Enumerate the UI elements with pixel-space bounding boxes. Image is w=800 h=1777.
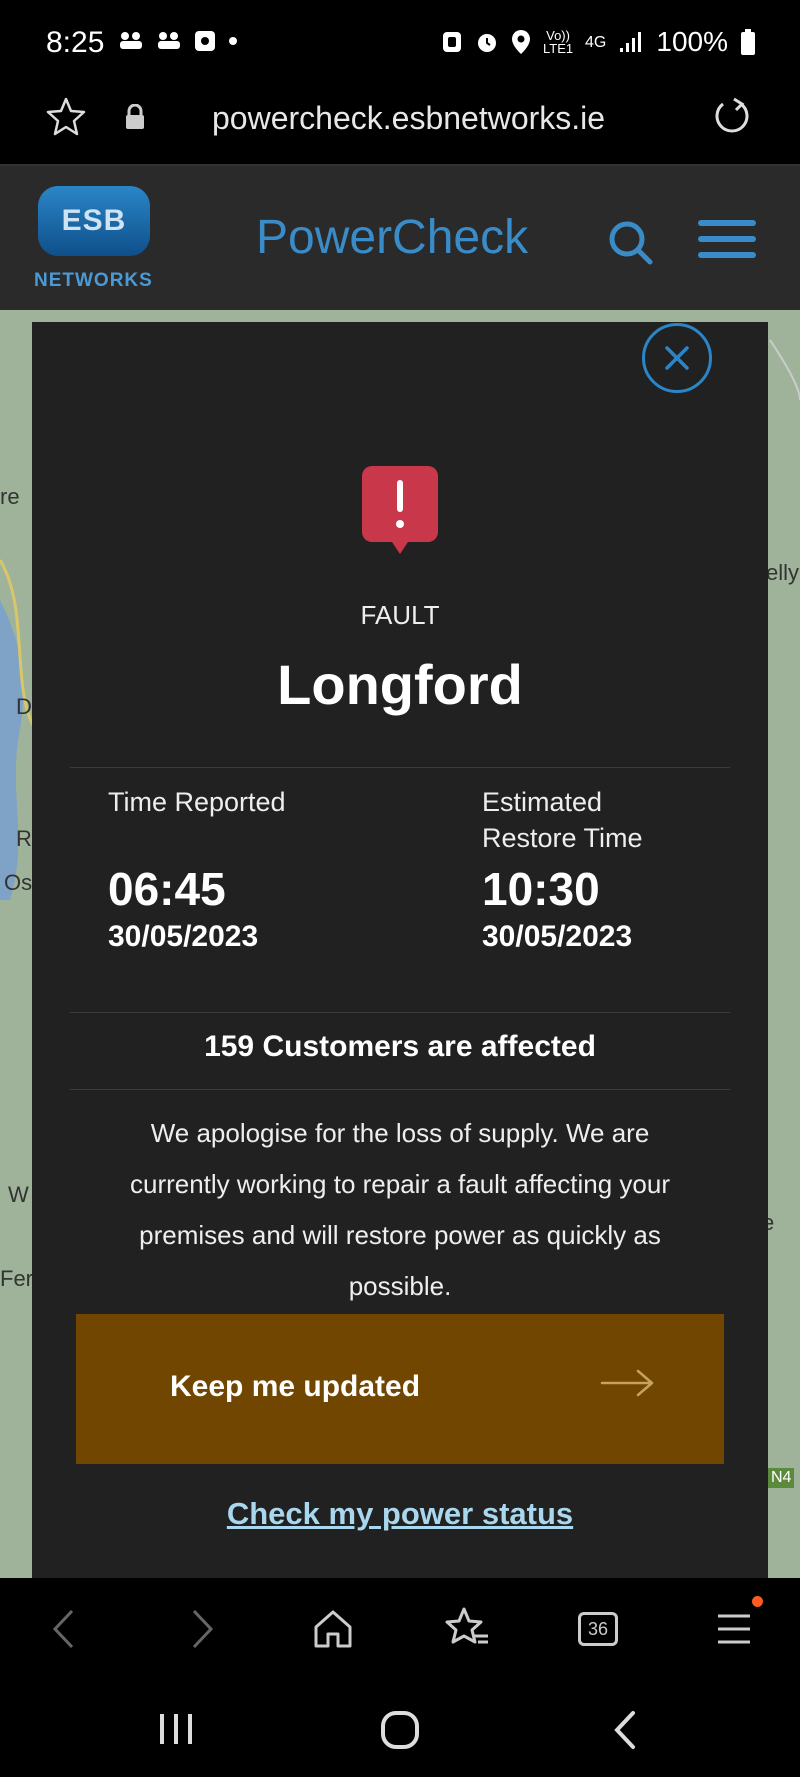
restore-time-value: 10:30 [482,863,600,915]
check-power-status-link[interactable]: Check my power status [0,1496,800,1532]
hamburger-menu-icon[interactable] [698,220,756,258]
reload-icon[interactable] [710,96,752,138]
map-label: R [16,826,32,851]
url-text[interactable]: powercheck.esbnetworks.ie [212,100,605,137]
customers-affected: 159 Customers are affected [204,1030,596,1063]
status-label: FAULT [360,600,440,630]
menu-notification-dot [752,1596,763,1607]
close-button[interactable] [642,323,712,393]
battery-level: 100% [656,26,728,57]
map-label: re [0,484,20,509]
home-icon[interactable] [312,1608,354,1650]
lock-icon[interactable] [124,104,146,130]
forward-icon[interactable] [188,1608,216,1650]
recent-apps-icon[interactable] [158,1712,194,1746]
map-label: W [8,1182,29,1207]
divider [70,1089,730,1090]
status-bar: 8:25 Vo)) LTE1 4G 100% [0,0,800,88]
nfc-icon [443,32,462,52]
bookmark-star-icon[interactable] [46,96,86,136]
restore-time-label-line2: Restore Time [482,823,643,853]
signal-icon [620,32,642,52]
fault-alert-icon [362,466,438,554]
battery-icon [741,29,755,55]
status-right: Vo)) LTE1 4G 100% [441,26,756,58]
back-nav-icon[interactable] [612,1710,638,1750]
location-title: Longford [277,653,523,716]
map-label: Os [4,870,33,895]
close-icon [665,346,689,370]
divider [70,767,730,768]
esb-logo[interactable]: ESB [38,186,150,256]
keep-me-updated-label[interactable]: Keep me updated [170,1370,420,1404]
back-icon[interactable] [50,1608,78,1650]
logo-text: ESB [61,204,127,237]
arrow-right-icon[interactable] [600,1368,656,1398]
home-nav-icon[interactable] [380,1710,420,1750]
divider [70,1012,730,1013]
site-title[interactable]: PowerCheck [256,210,528,265]
team-notification-icon [120,32,142,49]
team-notification-icon [158,32,180,49]
tab-count: 36 [587,1618,609,1639]
search-icon[interactable] [606,218,654,266]
time-reported-label: Time Reported [108,787,286,817]
more-notifications-icon [229,37,237,45]
browser-toolbar [0,1578,800,1682]
map-label: elly [766,560,800,585]
map-road-badge: N4 [768,1468,795,1488]
volte-indicator: Vo)) LTE1 [543,28,574,56]
app-notification-icon [195,31,215,51]
notification-icons [118,30,238,52]
tabs-button[interactable]: 36 [578,1612,618,1646]
network-type: 4G [585,33,607,51]
logo-subtitle: NETWORKS [34,270,153,291]
restore-time-label-line1: Estimated [482,787,603,817]
apology-message: We apologise for the loss of supply. We … [129,1118,670,1301]
bookmarks-icon[interactable] [444,1606,490,1650]
time-reported-date: 30/05/2023 [108,920,259,953]
menu-icon[interactable] [716,1612,752,1646]
status-time: 8:25 [46,26,105,59]
restore-time-date: 30/05/2023 [482,920,633,953]
time-reported-value: 06:45 [108,863,226,915]
alarm-icon [478,34,497,52]
location-icon [512,30,531,54]
